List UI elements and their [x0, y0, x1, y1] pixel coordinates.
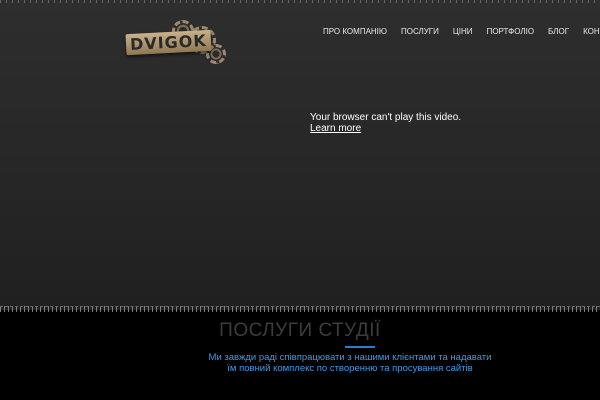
hero-video-section: DVIGOK ПРО КОМПАНІЮ ПОСЛУГИ ЦІНИ ПОРТФОЛ…	[0, 0, 600, 310]
description-line-2: їм повний комплекс по створенню та просу…	[227, 363, 473, 374]
section-title: ПОСЛУГИ СТУДІЇ	[219, 320, 381, 341]
logo-text: DVIGOK	[125, 29, 212, 56]
section-description: Ми завжди раді співпрацювати з нашими кл…	[200, 352, 500, 374]
nav-item-blog[interactable]: БЛОГ	[541, 24, 576, 39]
learn-more-link[interactable]: Learn more	[310, 123, 461, 134]
nav-item-about[interactable]: ПРО КОМПАНІЮ	[316, 24, 394, 39]
nav-item-contacts[interactable]: КОНТАКТИ	[576, 24, 600, 39]
nav-item-portfolio[interactable]: ПОРТФОЛІО	[480, 24, 541, 39]
logo[interactable]: DVIGOK	[125, 18, 238, 64]
main-nav: ПРО КОМПАНІЮ ПОСЛУГИ ЦІНИ ПОРТФОЛІО БЛОГ…	[316, 24, 600, 39]
description-line-1: Ми завжди раді співпрацювати з нашими кл…	[208, 352, 492, 363]
nav-item-services[interactable]: ПОСЛУГИ	[394, 24, 446, 39]
title-underline	[345, 346, 375, 348]
nav-item-prices[interactable]: ЦІНИ	[446, 24, 480, 39]
video-error-text: Your browser can't play this video.	[310, 112, 462, 123]
services-section: ПОСЛУГИ СТУДІЇ Ми завжди раді співпрацюв…	[0, 312, 600, 400]
video-fallback-message: Your browser can't play this video. Lear…	[310, 112, 461, 134]
